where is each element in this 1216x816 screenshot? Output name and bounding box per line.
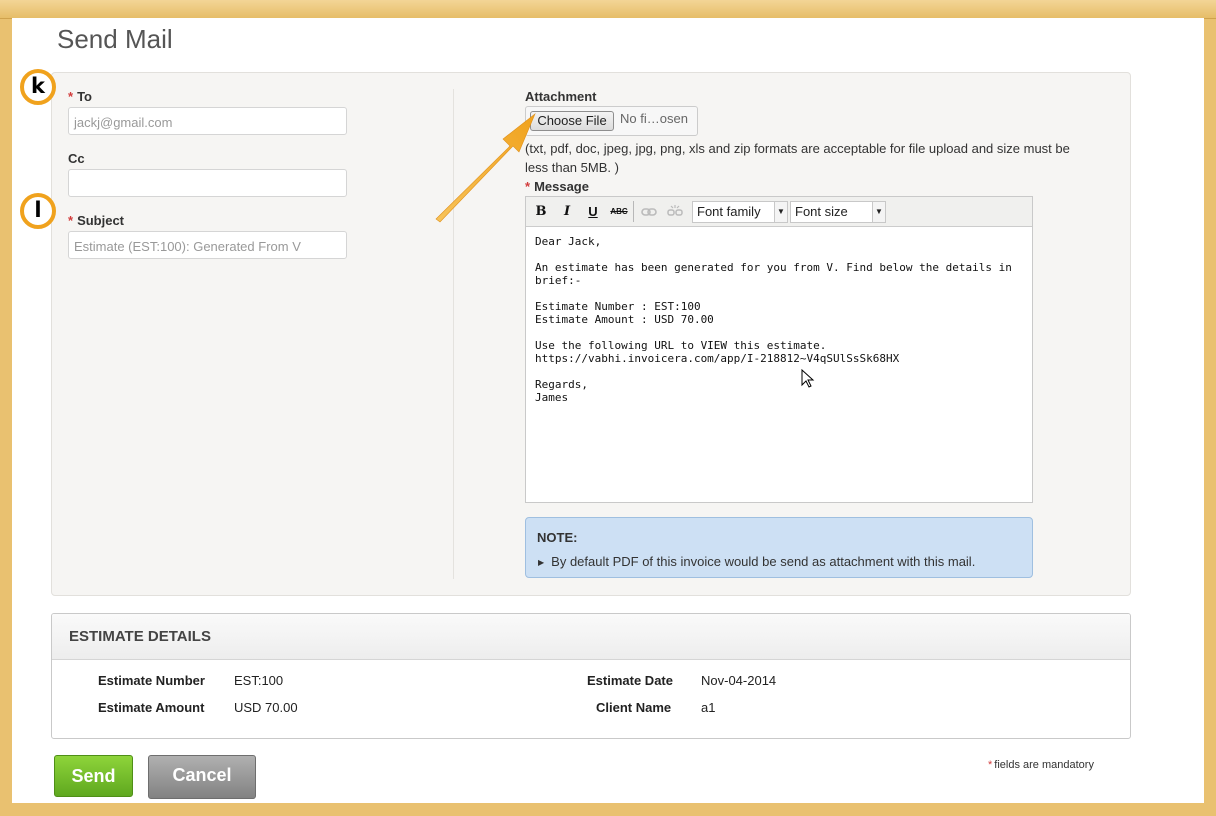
estimate-number-label: Estimate Number — [98, 673, 205, 688]
message-regards: Regards, — [535, 378, 588, 391]
estimate-date-value: Nov-04-2014 — [701, 673, 777, 688]
strikethrough-button[interactable]: ABC — [609, 202, 629, 222]
message-url-intro: Use the following URL to VIEW this estim… — [535, 339, 827, 352]
choose-file-button[interactable]: Choose File — [530, 111, 614, 131]
italic-button[interactable]: I — [557, 202, 577, 222]
file-status-text: No fi…osen — [620, 111, 688, 126]
required-star: * — [68, 213, 74, 228]
message-intro: An estimate has been generated for you f… — [535, 261, 1012, 287]
note-title: NOTE: — [537, 530, 578, 545]
to-label: * To — [68, 89, 92, 104]
estimate-number-value: EST:100 — [234, 673, 284, 688]
message-editor[interactable]: B I U ABC Font family ▼ Font size ▼ Dear… — [525, 196, 1033, 503]
estimate-amount-value: USD 70.00 — [234, 700, 298, 715]
font-family-select[interactable]: Font family ▼ — [692, 201, 788, 223]
window-frame-top — [0, 0, 1216, 19]
marker-l: l — [20, 193, 56, 229]
underline-button[interactable]: U — [583, 202, 603, 222]
estimate-details-header: ESTIMATE DETAILS — [52, 614, 1130, 660]
bold-button[interactable]: B — [531, 202, 551, 222]
note-box: NOTE: ▶ By default PDF of this invoice wo… — [525, 517, 1033, 578]
message-estimate-number: Estimate Number : EST:100 — [535, 300, 701, 313]
estimate-details-panel: ESTIMATE DETAILS Estimate Number EST:100… — [51, 613, 1131, 739]
unlink-icon[interactable] — [665, 202, 685, 222]
client-name-label: Client Name — [596, 700, 672, 715]
subject-label: * Subject — [68, 213, 125, 228]
send-button[interactable]: Send — [54, 755, 133, 797]
send-mail-page: Send Mail * To jackj@gmail.com Cc * Subjec… — [12, 18, 1204, 803]
font-size-select[interactable]: Font size ▼ — [790, 201, 886, 223]
estimate-details-title: ESTIMATE DETAILS — [69, 628, 211, 645]
editor-toolbar: B I U ABC Font family ▼ Font size ▼ — [526, 197, 1032, 227]
file-input[interactable]: Choose File No fi…osen — [525, 106, 698, 136]
message-signature: James — [535, 391, 569, 404]
message-body[interactable]: Dear Jack, An estimate has been generate… — [535, 235, 1023, 417]
message-url: https://vabhi.invoicera.com/app/I-218812… — [535, 352, 900, 365]
chevron-down-icon: ▼ — [774, 202, 787, 222]
bullet-arrow-icon: ▶ — [538, 558, 545, 567]
estimate-date-label: Estimate Date — [587, 673, 673, 688]
cc-label: Cc — [68, 151, 85, 166]
attachment-label: Attachment — [525, 89, 597, 104]
estimate-amount-label: Estimate Amount — [98, 700, 205, 715]
cancel-button[interactable]: Cancel — [148, 755, 256, 799]
chevron-down-icon: ▼ — [872, 202, 885, 222]
message-estimate-amount: Estimate Amount : USD 70.00 — [535, 313, 714, 326]
column-divider — [453, 89, 454, 579]
note-text: By default PDF of this invoice would be … — [551, 554, 976, 569]
subject-input[interactable]: Estimate (EST:100): Generated From V — [68, 231, 347, 259]
marker-k: k — [20, 69, 56, 105]
required-star: * — [525, 179, 531, 194]
client-name-value: a1 — [701, 700, 716, 715]
cc-input[interactable] — [68, 169, 347, 197]
link-icon[interactable] — [639, 202, 659, 222]
message-greeting: Dear Jack, — [535, 235, 602, 248]
required-star: * — [988, 759, 993, 771]
attachment-hint: (txt, pdf, doc, jpeg, jpg, png, xls and … — [525, 141, 1070, 175]
to-input[interactable]: jackj@gmail.com — [68, 107, 347, 135]
mandatory-note: * fields are mandatory — [988, 759, 1094, 771]
required-star: * — [68, 89, 74, 104]
toolbar-separator — [633, 201, 634, 222]
message-label: * Message — [525, 179, 589, 194]
mail-form-panel: * To jackj@gmail.com Cc * Subject Estimate… — [51, 72, 1131, 596]
page-title: Send Mail — [57, 24, 173, 54]
